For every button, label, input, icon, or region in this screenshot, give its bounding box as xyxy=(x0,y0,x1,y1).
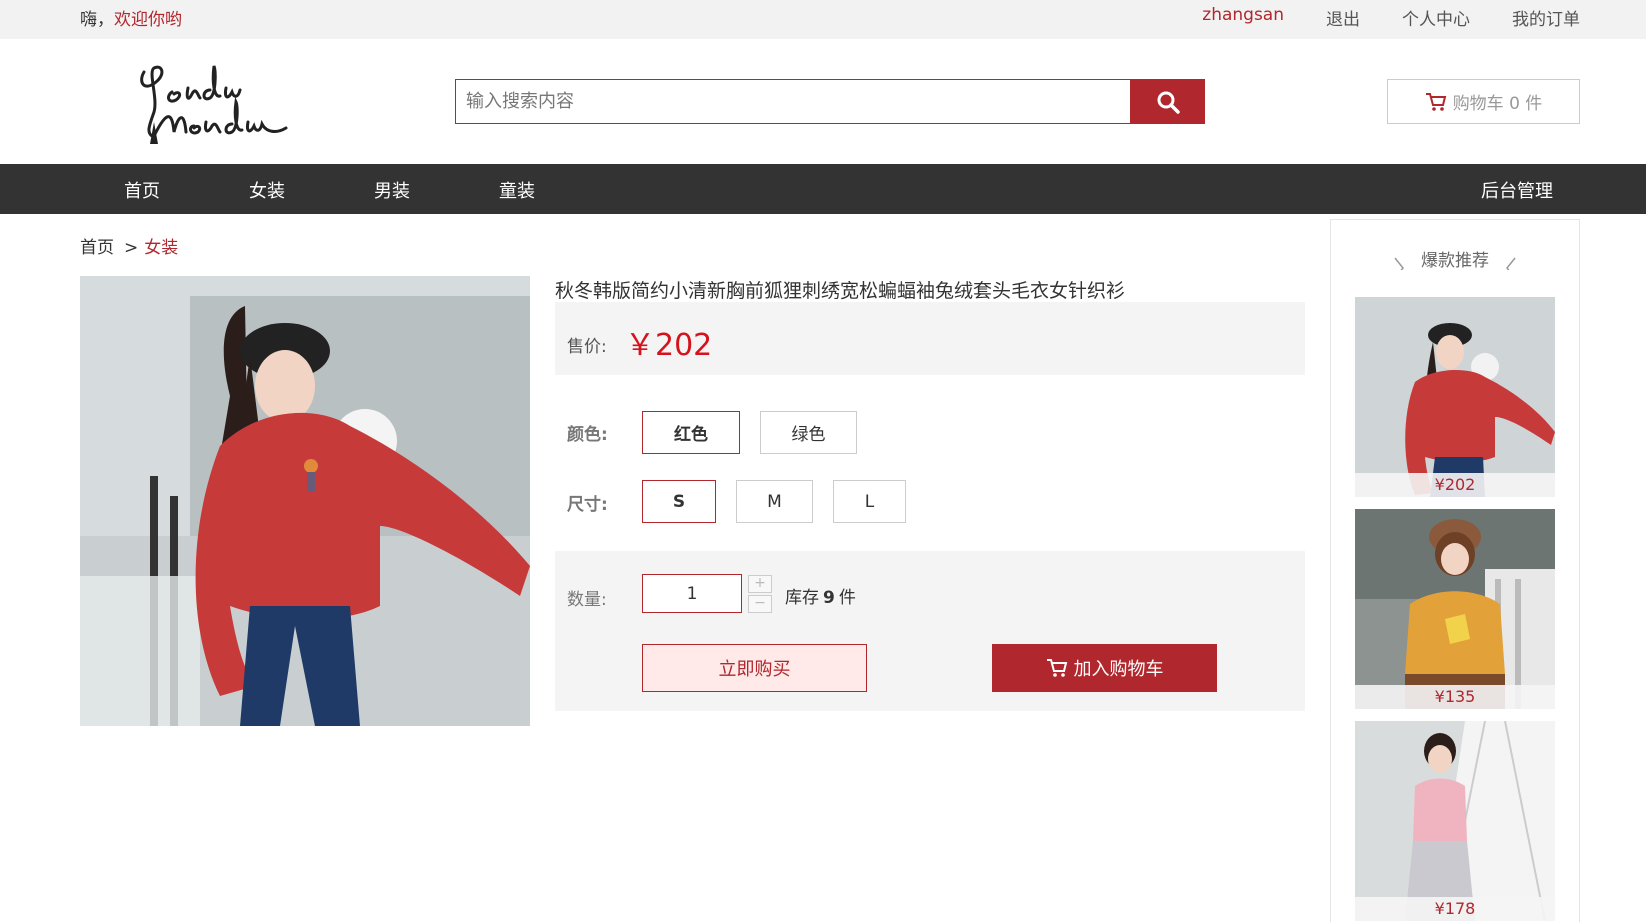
orders-link[interactable]: 我的订单 xyxy=(1512,5,1580,30)
size-label: 尺寸: xyxy=(567,495,608,515)
purchase-panel: 数量: + − 库存9件 立即购买 加入购物车 xyxy=(555,551,1305,711)
size-option-s[interactable]: S xyxy=(642,480,716,523)
nav-item-men[interactable]: 男装 xyxy=(374,177,410,203)
recommend-item-price: ¥202 xyxy=(1355,473,1555,497)
search-input[interactable] xyxy=(455,79,1130,124)
price-box: 售价: ￥202 xyxy=(555,302,1305,375)
cart-button[interactable]: 购物车 0 件 xyxy=(1387,79,1580,124)
breadcrumb-separator: > xyxy=(124,238,139,258)
search-button[interactable] xyxy=(1130,79,1205,124)
stock-prefix: 库存 xyxy=(785,588,819,608)
price-value: ￥202 xyxy=(625,328,713,363)
main-nav: 首页 女装 男装 童装 后台管理 xyxy=(0,164,1646,214)
product-title: 秋冬韩版简约小清新胸前狐狸刺绣宽松蝙蝠袖兔绒套头毛衣女针织衫 xyxy=(555,280,1126,302)
stock-count: 9 xyxy=(823,588,835,608)
welcome-text: 欢迎你哟 xyxy=(114,10,182,30)
greeting: 嗨，欢迎你哟 xyxy=(80,5,182,30)
product-photo xyxy=(80,276,530,726)
top-links: zhangsan 退出 个人中心 我的订单 xyxy=(1202,5,1580,30)
recommend-item-price: ¥135 xyxy=(1355,685,1555,709)
recommend-item-image xyxy=(1355,721,1555,921)
color-option-red[interactable]: 红色 xyxy=(642,411,740,454)
buy-now-button[interactable]: 立即购买 xyxy=(642,644,867,692)
stock-info: 库存 9 件 xyxy=(785,583,856,608)
size-option-l[interactable]: L xyxy=(833,480,906,523)
nav-item-admin[interactable]: 后台管理 xyxy=(1481,177,1553,203)
search-icon xyxy=(1157,91,1180,114)
recommend-item-price: ¥178 xyxy=(1355,897,1555,921)
quantity-decrease-button[interactable]: − xyxy=(748,595,772,613)
recommend-item[interactable]: ¥135 xyxy=(1355,509,1555,709)
logout-link[interactable]: 退出 xyxy=(1326,5,1360,30)
greeting-text: 嗨， xyxy=(80,10,114,30)
logo-script-icon xyxy=(140,65,288,144)
cart-icon xyxy=(1046,659,1067,677)
breadcrumb-home[interactable]: 首页 xyxy=(80,238,114,258)
add-to-cart-button[interactable]: 加入购物车 xyxy=(992,644,1217,692)
quantity-input[interactable] xyxy=(642,574,742,613)
recommend-item-image xyxy=(1355,297,1555,497)
nav-item-home[interactable]: 首页 xyxy=(124,177,160,203)
breadcrumb-current[interactable]: 女装 xyxy=(144,238,178,258)
price-label: 售价: xyxy=(567,337,607,357)
cart-icon xyxy=(1425,92,1446,111)
nav-item-women[interactable]: 女装 xyxy=(249,177,285,203)
color-option-green[interactable]: 绿色 xyxy=(760,411,857,454)
recommend-item[interactable]: ¥202 xyxy=(1355,297,1555,497)
top-bar: 嗨，欢迎你哟 zhangsan 退出 个人中心 我的订单 xyxy=(0,0,1646,39)
username-link[interactable]: zhangsan xyxy=(1202,5,1284,30)
product-main-image xyxy=(80,276,530,726)
cart-label: 购物车 0 件 xyxy=(1452,94,1543,114)
site-logo[interactable] xyxy=(136,52,296,150)
search-bar xyxy=(455,79,1205,124)
recommend-item[interactable]: ¥178 xyxy=(1355,721,1555,921)
recommend-item-image xyxy=(1355,509,1555,709)
profile-link[interactable]: 个人中心 xyxy=(1402,5,1470,30)
nav-item-kids[interactable]: 童装 xyxy=(499,177,535,203)
breadcrumb: 首页 > 女装 xyxy=(80,233,178,258)
color-label: 颜色: xyxy=(567,425,608,445)
quantity-increase-button[interactable]: + xyxy=(748,575,772,593)
hot-recommend-sidebar: 爆款推荐 ¥202 ¥135 ¥178 xyxy=(1330,219,1580,922)
add-to-cart-label: 加入购物车 xyxy=(1073,659,1164,680)
quantity-label: 数量: xyxy=(567,590,607,610)
stock-suffix: 件 xyxy=(838,588,856,608)
sidebar-title: 爆款推荐 xyxy=(1421,251,1489,271)
size-option-m[interactable]: M xyxy=(736,480,813,523)
